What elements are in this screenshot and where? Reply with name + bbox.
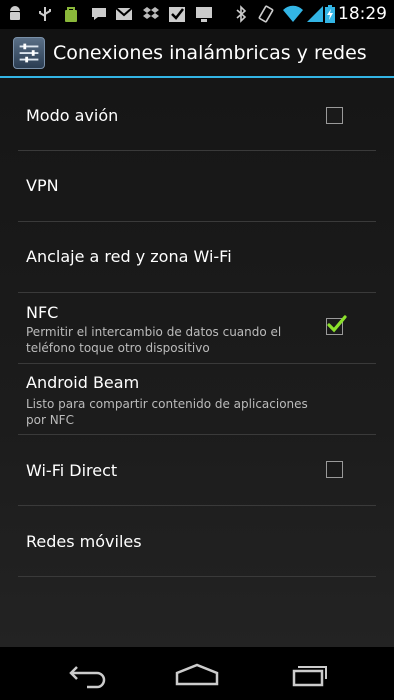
bluetooth-icon [236,5,247,23]
back-icon[interactable] [57,657,117,691]
action-bar: Conexiones inalámbricas y redes [0,29,394,78]
dropbox-icon [143,7,159,19]
page-title: Conexiones inalámbricas y redes [53,42,367,64]
message-icon [92,8,106,20]
wifi-direct-checkbox[interactable] [326,461,343,478]
item-title: Anclaje a red y zona Wi-Fi [26,247,232,266]
item-title: NFC [26,303,59,322]
settings-list: Modo avión VPN Anclaje a red y zona Wi-F… [0,78,394,647]
check-icon [169,7,185,22]
market-icon [65,7,77,22]
list-item-modo-avion[interactable]: Modo avión [18,80,376,151]
list-item-nfc[interactable]: NFC Permitir el intercambio de datos cua… [18,293,376,364]
list-item-redes-moviles[interactable]: Redes móviles [18,506,376,577]
recent-apps-icon[interactable] [278,657,338,691]
download-icon [196,7,212,22]
status-bar: 18:29 [0,0,394,29]
settings-icon[interactable] [13,37,45,69]
battery-charging-icon [325,5,335,23]
airplane-mode-checkbox[interactable] [326,107,343,124]
navigation-bar [0,647,394,700]
item-title: Modo avión [26,106,119,125]
list-item-anclaje[interactable]: Anclaje a red y zona Wi-Fi [18,222,376,293]
list-item-vpn[interactable]: VPN [18,151,376,222]
item-title: Android Beam [26,373,140,392]
item-title: Wi-Fi Direct [26,461,118,480]
item-summary: Permitir el intercambio de datos cuando … [26,325,282,355]
signal-icon [307,6,323,22]
gmail-icon [115,7,133,20]
android-icon [10,6,20,20]
clock: 18:29 [338,4,387,24]
item-title: VPN [26,176,59,195]
checkmark-icon [327,315,347,333]
home-icon[interactable] [167,657,227,691]
vibrate-icon [258,5,274,23]
wifi-icon [283,5,303,22]
nfc-checkbox[interactable] [326,315,347,335]
list-item-android-beam[interactable]: Android Beam Listo para compartir conten… [18,364,376,435]
usb-icon [39,7,51,21]
item-summary: Listo para compartir contenido de aplica… [26,397,308,427]
item-title: Redes móviles [26,532,142,551]
list-item-wifi-direct[interactable]: Wi-Fi Direct [18,435,376,506]
